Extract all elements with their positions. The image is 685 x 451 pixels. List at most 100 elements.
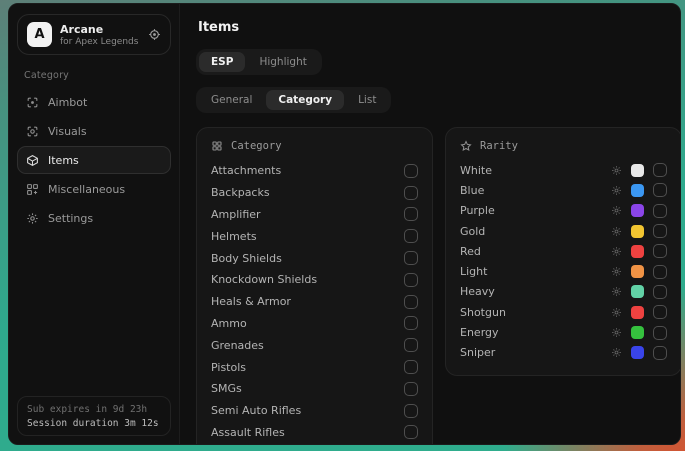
rarity-gear-icon[interactable] [611, 185, 622, 196]
brand-card: A Arcane for Apex Legends [17, 14, 171, 55]
tab-highlight[interactable]: Highlight [247, 52, 318, 72]
category-checkbox[interactable] [404, 404, 418, 418]
rarity-checkbox[interactable] [653, 285, 667, 299]
rarity-gear-icon[interactable] [611, 307, 622, 318]
rarity-checkbox[interactable] [653, 224, 667, 238]
rarity-color-swatch[interactable] [631, 164, 644, 177]
rarity-label: Gold [460, 225, 611, 238]
category-row: Backpacks [211, 182, 418, 204]
category-label: Knockdown Shields [211, 273, 404, 286]
category-checkbox[interactable] [404, 360, 418, 374]
category-checkbox[interactable] [404, 338, 418, 352]
rarity-row: Shotgun [460, 302, 667, 322]
rarity-gear-icon[interactable] [611, 327, 622, 338]
rarity-checkbox[interactable] [653, 244, 667, 258]
rarity-row: Energy [460, 322, 667, 342]
category-row: Heals & Armor [211, 291, 418, 313]
category-label: Backpacks [211, 186, 404, 199]
box-icon [26, 154, 39, 167]
sidebar-item-items[interactable]: Items [17, 146, 171, 174]
rarity-checkbox[interactable] [653, 346, 667, 360]
tab-esp[interactable]: ESP [199, 52, 245, 72]
sidebar-item-aimbot[interactable]: Aimbot [17, 88, 171, 116]
category-checkbox[interactable] [404, 316, 418, 330]
page-title: Items [198, 20, 664, 35]
sidebar-section-label: Category [24, 70, 164, 81]
view-tabs: General Category List [196, 87, 391, 113]
rarity-gear-icon[interactable] [611, 246, 622, 257]
category-checkbox[interactable] [404, 273, 418, 287]
rarity-color-swatch[interactable] [631, 285, 644, 298]
tab-list[interactable]: List [346, 90, 388, 110]
rarity-checkbox[interactable] [653, 305, 667, 319]
rarity-color-swatch[interactable] [631, 306, 644, 319]
rarity-color-swatch[interactable] [631, 326, 644, 339]
rarity-color-swatch[interactable] [631, 346, 644, 359]
rarity-color-swatch[interactable] [631, 184, 644, 197]
rarity-checkbox[interactable] [653, 265, 667, 279]
rarity-list: White Blue [460, 160, 667, 363]
rarity-color-swatch[interactable] [631, 225, 644, 238]
category-label: Amplifier [211, 208, 404, 221]
rarity-label: Light [460, 265, 611, 278]
star-icon [460, 140, 472, 152]
rarity-checkbox[interactable] [653, 163, 667, 177]
rarity-row: Red [460, 241, 667, 261]
sidebar-nav: Aimbot Visuals Items [17, 88, 171, 232]
rarity-gear-icon[interactable] [611, 266, 622, 277]
category-label: Pistols [211, 361, 404, 374]
crosshair-icon [26, 96, 39, 109]
category-checkbox[interactable] [404, 425, 418, 439]
sidebar-item-settings[interactable]: Settings [17, 204, 171, 232]
category-checkbox[interactable] [404, 186, 418, 200]
category-list: Attachments Backpacks Amplifier [211, 160, 418, 444]
category-label: SMGs [211, 382, 404, 395]
rarity-checkbox[interactable] [653, 183, 667, 197]
sidebar-item-visuals[interactable]: Visuals [17, 117, 171, 145]
category-panel-title: Category [231, 140, 282, 152]
category-checkbox[interactable] [404, 251, 418, 265]
rarity-color-swatch[interactable] [631, 245, 644, 258]
rarity-gear-icon[interactable] [611, 165, 622, 176]
rarity-row: White [460, 160, 667, 180]
category-checkbox[interactable] [404, 164, 418, 178]
rarity-label: Purple [460, 204, 611, 217]
rarity-row: Light [460, 261, 667, 281]
category-checkbox[interactable] [404, 229, 418, 243]
session-duration-text: Session duration 3m 12s [27, 418, 161, 429]
app-subtitle: for Apex Legends [60, 37, 138, 47]
rarity-gear-icon[interactable] [611, 347, 622, 358]
sidebar-item-label: Items [48, 154, 79, 167]
rarity-gear-icon[interactable] [611, 205, 622, 216]
category-checkbox[interactable] [404, 295, 418, 309]
category-checkbox[interactable] [404, 207, 418, 221]
rarity-color-swatch[interactable] [631, 204, 644, 217]
rarity-gear-icon[interactable] [611, 226, 622, 237]
category-label: Body Shields [211, 252, 404, 265]
rarity-label: Energy [460, 326, 611, 339]
tab-general[interactable]: General [199, 90, 264, 110]
sidebar: A Arcane for Apex Legends Category [9, 4, 180, 444]
category-row: Body Shields [211, 247, 418, 269]
rarity-gear-icon[interactable] [611, 286, 622, 297]
category-row: Grenades [211, 334, 418, 356]
rarity-label: Heavy [460, 285, 611, 298]
category-row: Helmets [211, 225, 418, 247]
category-checkbox[interactable] [404, 382, 418, 396]
rarity-panel-title: Rarity [480, 140, 518, 152]
sidebar-item-label: Aimbot [48, 96, 87, 109]
rarity-row: Blue [460, 180, 667, 200]
sidebar-item-label: Visuals [48, 125, 87, 138]
tab-category[interactable]: Category [266, 90, 344, 110]
rarity-color-swatch[interactable] [631, 265, 644, 278]
target-gear-icon[interactable] [148, 28, 161, 41]
rarity-checkbox[interactable] [653, 326, 667, 340]
subscription-card: Sub expires in 9d 23h Session duration 3… [17, 396, 171, 436]
arcane-window: A Arcane for Apex Legends Category [8, 3, 681, 445]
rarity-label: Red [460, 245, 611, 258]
rarity-checkbox[interactable] [653, 204, 667, 218]
category-row: Assault Rifles [211, 422, 418, 444]
category-label: Heals & Armor [211, 295, 404, 308]
rarity-row: Heavy [460, 282, 667, 302]
sidebar-item-miscellaneous[interactable]: Miscellaneous [17, 175, 171, 203]
